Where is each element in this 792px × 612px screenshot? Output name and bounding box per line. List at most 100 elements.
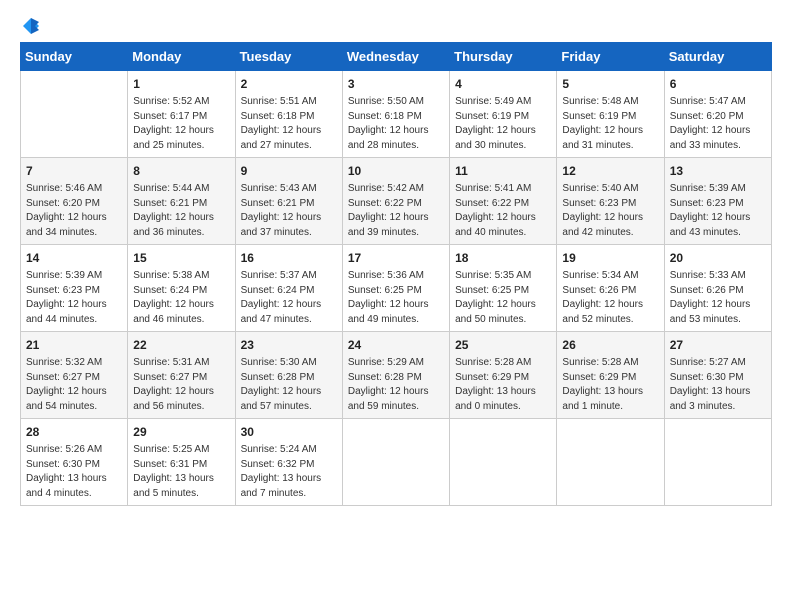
cell-content: Sunrise: 5:48 AM Sunset: 6:19 PM Dayligh… — [562, 95, 658, 153]
day-number: 12 — [562, 162, 658, 180]
cell-content: Sunrise: 5:30 AM Sunset: 6:28 PM Dayligh… — [241, 356, 337, 414]
calendar-cell — [450, 419, 557, 506]
cell-content: Sunrise: 5:25 AM Sunset: 6:31 PM Dayligh… — [133, 443, 229, 501]
day-number: 16 — [241, 249, 337, 267]
cell-content: Sunrise: 5:28 AM Sunset: 6:29 PM Dayligh… — [455, 356, 551, 414]
day-number: 4 — [455, 75, 551, 93]
cell-content: Sunrise: 5:49 AM Sunset: 6:19 PM Dayligh… — [455, 95, 551, 153]
day-number: 29 — [133, 423, 229, 441]
cell-content: Sunrise: 5:34 AM Sunset: 6:26 PM Dayligh… — [562, 269, 658, 327]
column-header-sunday: Sunday — [21, 43, 128, 71]
calendar-cell: 18Sunrise: 5:35 AM Sunset: 6:25 PM Dayli… — [450, 245, 557, 332]
cell-content: Sunrise: 5:42 AM Sunset: 6:22 PM Dayligh… — [348, 182, 444, 240]
calendar-cell: 24 Sunrise: 5:29 AM Sunset: 6:28 PM Dayli… — [342, 332, 449, 419]
day-number: 25 — [455, 336, 551, 354]
calendar-table: SundayMondayTuesdayWednesdayThursdayFrid… — [20, 42, 772, 506]
day-number: 24 — [348, 336, 444, 354]
calendar-cell: 28 Sunrise: 5:26 AM Sunset: 6:30 PM Dayli… — [21, 419, 128, 506]
calendar-cell: 7 Sunrise: 5:46 AM Sunset: 6:20 PM Daylig… — [21, 158, 128, 245]
cell-content: Sunrise: 5:52 AM Sunset: 6:17 PM Dayligh… — [133, 95, 229, 153]
cell-content: Sunrise: 5:41 AM Sunset: 6:22 PM Dayligh… — [455, 182, 551, 240]
cell-content: Sunrise: 5:26 AM Sunset: 6:30 PM Dayligh… — [26, 443, 122, 501]
day-number: 20 — [670, 249, 766, 267]
calendar-cell: 5 Sunrise: 5:48 AM Sunset: 6:19 PM Daylig… — [557, 71, 664, 158]
logo-icon — [21, 16, 41, 36]
calendar-cell: 3 Sunrise: 5:50 AM Sunset: 6:18 PM Daylig… — [342, 71, 449, 158]
calendar-cell: 30 Sunrise: 5:24 AM Sunset: 6:32 PM Dayli… — [235, 419, 342, 506]
calendar-cell — [342, 419, 449, 506]
day-number: 11 — [455, 162, 551, 180]
calendar-cell: 17 Sunrise: 5:36 AM Sunset: 6:25 PM Dayli… — [342, 245, 449, 332]
cell-content: Sunrise: 5:28 AM Sunset: 6:29 PM Dayligh… — [562, 356, 658, 414]
calendar-cell — [664, 419, 771, 506]
cell-content: Sunrise: 5:29 AM Sunset: 6:28 PM Dayligh… — [348, 356, 444, 414]
cell-content: Sunrise: 5:43 AM Sunset: 6:21 PM Dayligh… — [241, 182, 337, 240]
page-header — [20, 20, 772, 32]
day-number: 28 — [26, 423, 122, 441]
cell-content: Sunrise: 5:37 AM Sunset: 6:24 PM Dayligh… — [241, 269, 337, 327]
day-number: 3 — [348, 75, 444, 93]
calendar-week-row: 1Sunrise: 5:52 AM Sunset: 6:17 PM Daylig… — [21, 71, 772, 158]
calendar-cell: 6 Sunrise: 5:47 AM Sunset: 6:20 PM Daylig… — [664, 71, 771, 158]
calendar-cell: 21 Sunrise: 5:32 AM Sunset: 6:27 PM Dayli… — [21, 332, 128, 419]
calendar-cell: 8 Sunrise: 5:44 AM Sunset: 6:21 PM Daylig… — [128, 158, 235, 245]
calendar-cell: 26 Sunrise: 5:28 AM Sunset: 6:29 PM Dayli… — [557, 332, 664, 419]
calendar-cell: 27 Sunrise: 5:27 AM Sunset: 6:30 PM Dayli… — [664, 332, 771, 419]
cell-content: Sunrise: 5:38 AM Sunset: 6:24 PM Dayligh… — [133, 269, 229, 327]
cell-content: Sunrise: 5:50 AM Sunset: 6:18 PM Dayligh… — [348, 95, 444, 153]
logo — [20, 20, 41, 32]
calendar-cell: 16 Sunrise: 5:37 AM Sunset: 6:24 PM Dayli… — [235, 245, 342, 332]
day-number: 17 — [348, 249, 444, 267]
calendar-cell: 10 Sunrise: 5:42 AM Sunset: 6:22 PM Dayli… — [342, 158, 449, 245]
day-number: 7 — [26, 162, 122, 180]
cell-content: Sunrise: 5:32 AM Sunset: 6:27 PM Dayligh… — [26, 356, 122, 414]
day-number: 5 — [562, 75, 658, 93]
calendar-week-row: 28 Sunrise: 5:26 AM Sunset: 6:30 PM Dayli… — [21, 419, 772, 506]
day-number: 6 — [670, 75, 766, 93]
cell-content: Sunrise: 5:40 AM Sunset: 6:23 PM Dayligh… — [562, 182, 658, 240]
calendar-cell: 13Sunrise: 5:39 AM Sunset: 6:23 PM Dayli… — [664, 158, 771, 245]
cell-content: Sunrise: 5:46 AM Sunset: 6:20 PM Dayligh… — [26, 182, 122, 240]
calendar-week-row: 21 Sunrise: 5:32 AM Sunset: 6:27 PM Dayli… — [21, 332, 772, 419]
cell-content: Sunrise: 5:27 AM Sunset: 6:30 PM Dayligh… — [670, 356, 766, 414]
day-number: 26 — [562, 336, 658, 354]
calendar-cell: 29 Sunrise: 5:25 AM Sunset: 6:31 PM Dayli… — [128, 419, 235, 506]
cell-content: Sunrise: 5:24 AM Sunset: 6:32 PM Dayligh… — [241, 443, 337, 501]
cell-content: Sunrise: 5:36 AM Sunset: 6:25 PM Dayligh… — [348, 269, 444, 327]
cell-content: Sunrise: 5:47 AM Sunset: 6:20 PM Dayligh… — [670, 95, 766, 153]
calendar-cell: 20Sunrise: 5:33 AM Sunset: 6:26 PM Dayli… — [664, 245, 771, 332]
column-header-monday: Monday — [128, 43, 235, 71]
column-header-friday: Friday — [557, 43, 664, 71]
day-number: 15 — [133, 249, 229, 267]
day-number: 9 — [241, 162, 337, 180]
calendar-week-row: 14 Sunrise: 5:39 AM Sunset: 6:23 PM Dayli… — [21, 245, 772, 332]
day-number: 14 — [26, 249, 122, 267]
calendar-cell: 25 Sunrise: 5:28 AM Sunset: 6:29 PM Dayli… — [450, 332, 557, 419]
cell-content: Sunrise: 5:44 AM Sunset: 6:21 PM Dayligh… — [133, 182, 229, 240]
calendar-cell: 15 Sunrise: 5:38 AM Sunset: 6:24 PM Dayli… — [128, 245, 235, 332]
cell-content: Sunrise: 5:51 AM Sunset: 6:18 PM Dayligh… — [241, 95, 337, 153]
calendar-cell: 2Sunrise: 5:51 AM Sunset: 6:18 PM Daylig… — [235, 71, 342, 158]
calendar-cell — [21, 71, 128, 158]
day-number: 23 — [241, 336, 337, 354]
day-number: 27 — [670, 336, 766, 354]
calendar-cell: 9 Sunrise: 5:43 AM Sunset: 6:21 PM Daylig… — [235, 158, 342, 245]
calendar-header-row: SundayMondayTuesdayWednesdayThursdayFrid… — [21, 43, 772, 71]
calendar-cell: 4 Sunrise: 5:49 AM Sunset: 6:19 PM Daylig… — [450, 71, 557, 158]
day-number: 8 — [133, 162, 229, 180]
day-number: 18 — [455, 249, 551, 267]
day-number: 30 — [241, 423, 337, 441]
calendar-cell: 14 Sunrise: 5:39 AM Sunset: 6:23 PM Dayli… — [21, 245, 128, 332]
day-number: 22 — [133, 336, 229, 354]
calendar-cell: 22 Sunrise: 5:31 AM Sunset: 6:27 PM Dayli… — [128, 332, 235, 419]
calendar-cell: 12 Sunrise: 5:40 AM Sunset: 6:23 PM Dayli… — [557, 158, 664, 245]
calendar-cell — [557, 419, 664, 506]
calendar-cell: 23 Sunrise: 5:30 AM Sunset: 6:28 PM Dayli… — [235, 332, 342, 419]
column-header-thursday: Thursday — [450, 43, 557, 71]
cell-content: Sunrise: 5:31 AM Sunset: 6:27 PM Dayligh… — [133, 356, 229, 414]
day-number: 10 — [348, 162, 444, 180]
day-number: 21 — [26, 336, 122, 354]
cell-content: Sunrise: 5:39 AM Sunset: 6:23 PM Dayligh… — [26, 269, 122, 327]
column-header-tuesday: Tuesday — [235, 43, 342, 71]
calendar-cell: 11 Sunrise: 5:41 AM Sunset: 6:22 PM Dayli… — [450, 158, 557, 245]
